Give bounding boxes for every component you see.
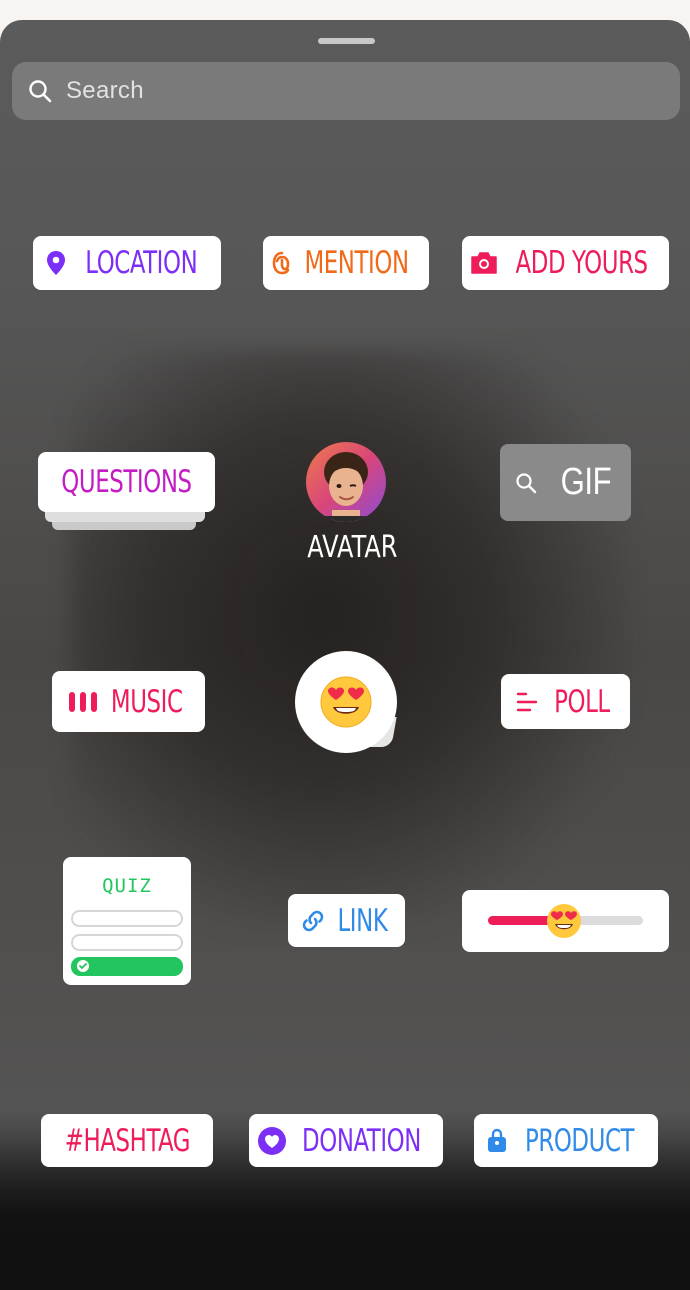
poll-label: POLL (553, 683, 610, 720)
questions-label: QUESTIONS (61, 464, 192, 500)
quiz-sticker[interactable]: QUIZ (63, 857, 191, 985)
product-label: PRODUCT (525, 1122, 635, 1159)
background-photo (70, 350, 630, 930)
questions-sticker[interactable]: QUESTIONS (38, 452, 215, 512)
location-label: LOCATION (84, 245, 197, 281)
emoji-slider-sticker[interactable] (462, 890, 669, 952)
music-sticker[interactable]: MUSIC (52, 671, 205, 732)
donation-label: DONATION (302, 1122, 422, 1159)
poll-sticker[interactable]: POLL (501, 674, 630, 729)
quiz-title: QUIZ (102, 875, 152, 897)
camera-icon (471, 252, 497, 274)
location-pin-icon (46, 251, 65, 275)
search-icon (515, 472, 536, 493)
poll-lines-icon (516, 692, 537, 711)
sticker-tray: Search LOCATION MENTION ADD YOURS QUESTI… (0, 20, 690, 1290)
heart-eyes-emoji-icon[interactable] (546, 903, 582, 939)
questions-sticker-stack[interactable]: QUESTIONS (38, 452, 215, 532)
quiz-option (71, 934, 183, 951)
link-sticker[interactable]: LINK (288, 894, 405, 947)
heart-icon (258, 1126, 287, 1155)
emoji-reaction-sticker[interactable] (295, 651, 397, 753)
quiz-option (71, 910, 183, 927)
avatar-label: AVATAR (307, 530, 398, 565)
link-label: LINK (337, 902, 388, 939)
avatar-image[interactable] (306, 442, 386, 522)
threads-at-icon (273, 251, 290, 275)
search-bar[interactable]: Search (12, 62, 680, 120)
add-yours-sticker[interactable]: ADD YOURS (462, 236, 669, 290)
search-placeholder: Search (66, 77, 144, 104)
gif-label: GIF (560, 461, 611, 503)
heart-eyes-emoji-icon (320, 676, 372, 728)
quiz-correct-option (71, 957, 183, 976)
search-icon (29, 80, 52, 103)
drag-handle[interactable] (318, 38, 375, 44)
music-label: MUSIC (110, 683, 183, 720)
link-icon (302, 910, 324, 931)
shopping-bag-icon (488, 1128, 507, 1152)
check-circle-icon (77, 960, 89, 972)
gif-sticker[interactable]: GIF (500, 444, 631, 521)
mention-label: MENTION (304, 245, 410, 281)
add-yours-label: ADD YOURS (515, 245, 648, 281)
location-sticker[interactable]: LOCATION (33, 236, 221, 290)
donation-sticker[interactable]: DONATION (249, 1114, 443, 1167)
hashtag-label: #HASHTAG (64, 1122, 190, 1159)
hashtag-sticker[interactable]: #HASHTAG (41, 1114, 213, 1167)
product-sticker[interactable]: PRODUCT (474, 1114, 658, 1167)
mention-sticker[interactable]: MENTION (263, 236, 429, 290)
music-bars-icon (68, 691, 97, 712)
avatar-face (320, 452, 372, 522)
